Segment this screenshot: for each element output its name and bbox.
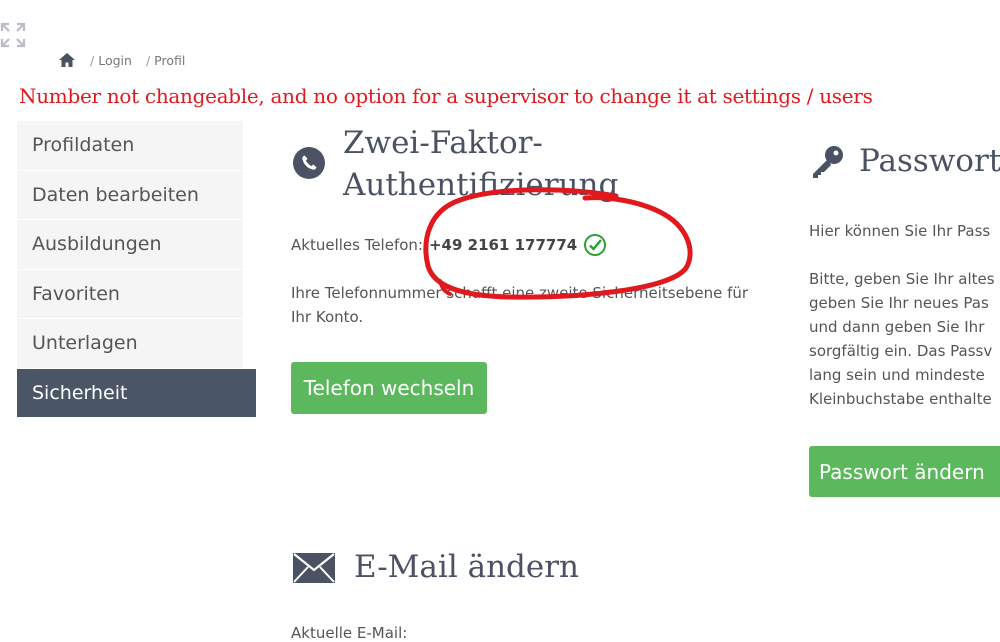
sidebar-item-favoriten[interactable]: Favoriten xyxy=(17,269,243,319)
password-intro: Hier können Sie Ihr Pass xyxy=(809,222,991,240)
password-line: lang sein und mindeste xyxy=(809,366,985,384)
breadcrumb-item-profil[interactable]: / Profil xyxy=(146,53,185,68)
password-line: und dann geben Sie Ihr xyxy=(809,318,985,336)
key-icon xyxy=(813,146,843,178)
password-title: Passwort xyxy=(859,143,1000,179)
annotation-text: Number not changeable, and no option for… xyxy=(19,84,873,108)
sidebar-item-ausbildungen[interactable]: Ausbildungen xyxy=(17,220,243,270)
sidebar: Profildaten Daten bearbeiten Ausbildunge… xyxy=(17,121,256,418)
email-title: E-Mail ändern xyxy=(354,549,580,585)
phone-icon xyxy=(293,147,325,179)
sidebar-item-daten-bearbeiten[interactable]: Daten bearbeiten xyxy=(17,170,243,220)
password-description: Hier können Sie Ihr Pass Bitte, geben Si… xyxy=(809,219,1000,411)
breadcrumb-item-login[interactable]: / Login xyxy=(90,53,132,68)
password-line: sorgfältig ein. Das Passv xyxy=(809,342,993,360)
phone-number: +49 2161 177774 xyxy=(428,236,578,254)
password-line: geben Sie Ihr neues Pas xyxy=(809,294,989,312)
current-phone-label: Aktuelles Telefon: xyxy=(291,236,423,254)
expand-icon[interactable] xyxy=(0,22,26,48)
change-phone-button[interactable]: Telefon wechseln xyxy=(291,362,487,414)
breadcrumb: / Login / Profil xyxy=(58,52,185,68)
sidebar-item-unterlagen[interactable]: Unterlagen xyxy=(17,319,243,369)
logo-fragment xyxy=(895,0,921,4)
two-factor-description: Ihre Telefonnummer schafft eine zweite S… xyxy=(291,284,749,326)
envelope-icon xyxy=(293,553,335,583)
current-phone-row: Aktuelles Telefon: +49 2161 177774 xyxy=(291,233,607,257)
current-email-label: Aktuelle E-Mail: xyxy=(291,624,408,642)
home-icon[interactable] xyxy=(58,52,76,68)
change-password-button[interactable]: Passwort ändern xyxy=(809,446,1000,497)
sidebar-item-profildaten[interactable]: Profildaten xyxy=(17,121,243,171)
sidebar-item-sicherheit[interactable]: Sicherheit xyxy=(17,368,256,418)
password-line: Kleinbuchstabe enthalte xyxy=(809,390,992,408)
check-circle-icon xyxy=(584,234,607,256)
password-line: Bitte, geben Sie Ihr altes xyxy=(809,270,995,288)
two-factor-title: Zwei-Faktor- Authentifizierung xyxy=(343,125,619,203)
